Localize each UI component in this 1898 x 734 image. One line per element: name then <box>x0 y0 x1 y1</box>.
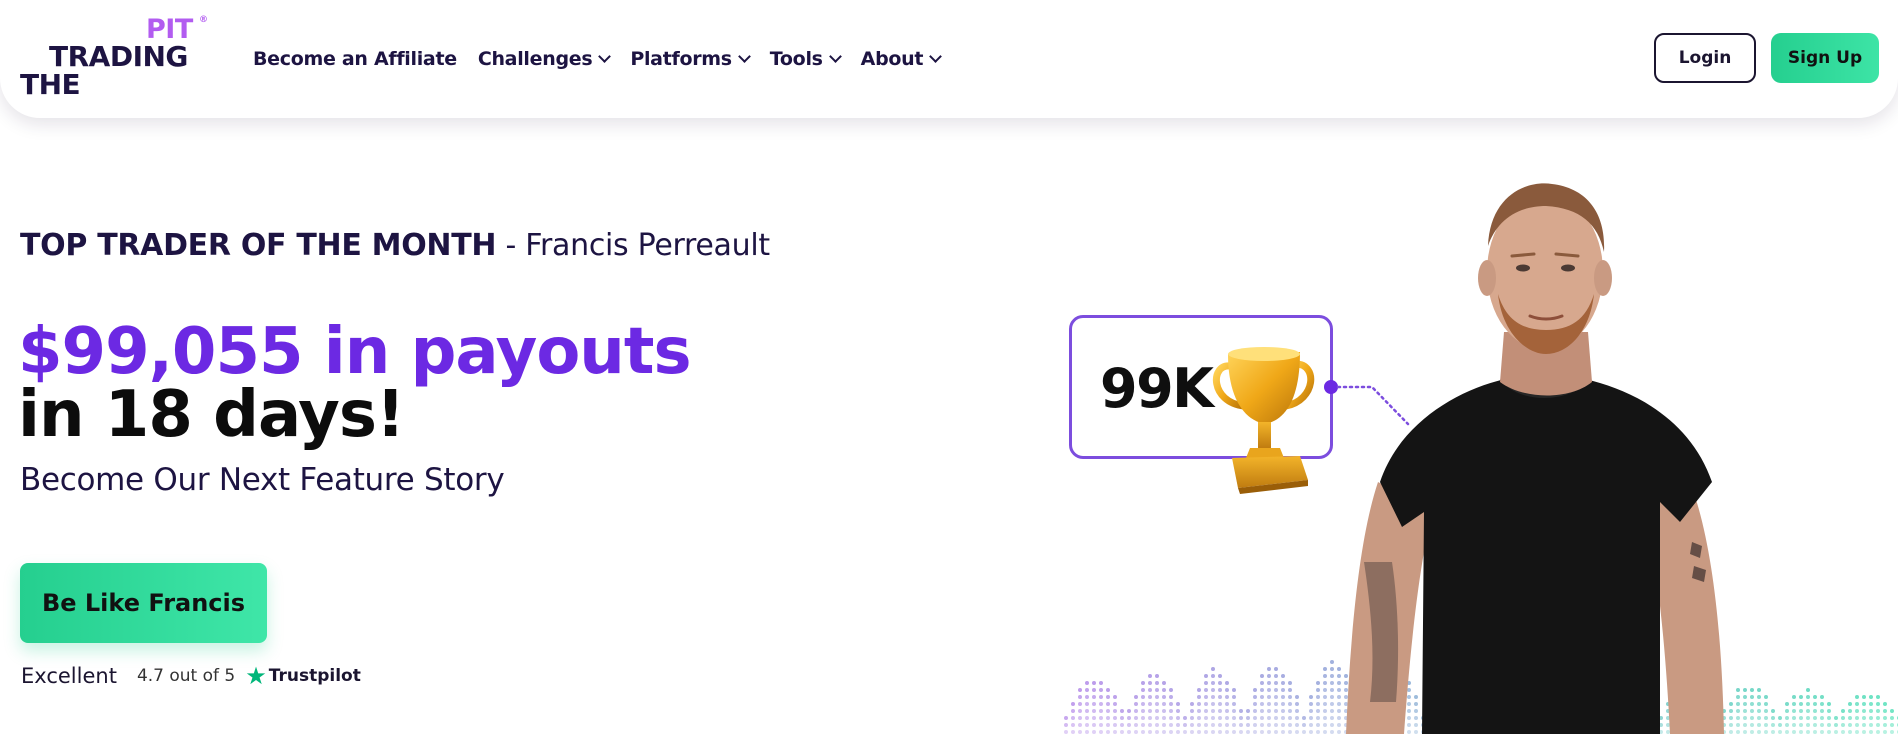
brand-logo[interactable]: PIT ® TRADING THE <box>20 16 220 102</box>
nav-item-label: Tools <box>769 48 823 70</box>
signup-button[interactable]: Sign Up <box>1771 33 1879 83</box>
chevron-down-icon <box>737 50 751 63</box>
rating-score: 4.7 out of 5 <box>136 666 236 686</box>
logo-registered-mark: ® <box>199 15 208 25</box>
trustpilot-wordmark: Trustpilot <box>268 666 361 686</box>
logo-word-the: THE <box>20 68 81 101</box>
login-button[interactable]: Login <box>1654 33 1756 83</box>
payout-badge-value: 99K <box>1100 357 1214 420</box>
headline-payouts: $99,055 in payouts <box>18 315 692 389</box>
site-header: PIT ® TRADING THE Become an Affiliate Ch… <box>0 0 1898 118</box>
trustpilot-star-icon: ★ <box>245 662 267 690</box>
nav-item-label: About <box>860 48 924 70</box>
trustpilot-rating[interactable]: Excellent 4.7 out of 5 ★ Trustpilot <box>21 663 361 689</box>
kicker-trader-name: - Francis Perreault <box>496 228 770 263</box>
chevron-down-icon <box>828 50 842 63</box>
trophy-icon <box>1212 347 1315 494</box>
kicker-title: TOP TRADER OF THE MONTH <box>20 228 497 263</box>
nav-item-label: Become an Affiliate <box>253 48 457 70</box>
nav-item-about[interactable]: About <box>860 48 943 70</box>
top-trader-kicker: TOP TRADER OF THE MONTH - Francis Perrea… <box>20 228 770 263</box>
be-like-francis-button[interactable]: Be Like Francis <box>20 563 267 643</box>
rating-label: Excellent <box>21 664 117 688</box>
nav-item-challenges[interactable]: Challenges <box>477 48 612 70</box>
nav-item-label: Platforms <box>630 48 732 70</box>
nav-item-tools[interactable]: Tools <box>769 48 842 70</box>
headline-days: in 18 days! <box>18 378 405 452</box>
main-nav: Become an Affiliate Challenges Platforms… <box>253 44 961 74</box>
nav-item-affiliate[interactable]: Become an Affiliate <box>253 48 457 70</box>
hero-subline: Become Our Next Feature Story <box>20 462 505 498</box>
logo-word-trading: TRADING <box>49 40 188 73</box>
featured-trader-photo <box>1346 183 1724 734</box>
nav-item-platforms[interactable]: Platforms <box>630 48 751 70</box>
chevron-down-icon <box>929 50 943 63</box>
logo-word-pit: PIT <box>146 14 193 45</box>
nav-item-label: Challenges <box>477 48 593 70</box>
chevron-down-icon <box>598 50 612 63</box>
